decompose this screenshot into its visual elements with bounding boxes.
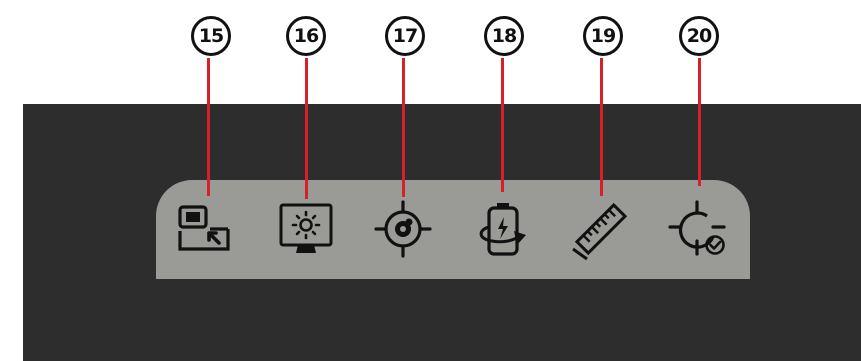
ruler-measure-button[interactable]: [569, 197, 633, 261]
callout-18: 18: [484, 16, 524, 56]
screen-brightness-icon: [279, 203, 333, 253]
leader-line-15: [206, 58, 210, 196]
picture-in-picture-icon: [178, 205, 230, 251]
ruler-measure-icon: [572, 202, 628, 261]
leader-line-18: [500, 58, 504, 192]
leader-line-16: [304, 58, 308, 199]
leader-line-20: [697, 58, 701, 186]
toolbar: [156, 180, 750, 279]
callout-16: 16: [286, 16, 326, 56]
callout-20: 20: [679, 16, 719, 56]
crosshair-confirm-button[interactable]: [667, 197, 731, 261]
target-lock-button[interactable]: [371, 197, 435, 261]
battery-rotate-icon: [479, 203, 526, 256]
crosshair-confirm-icon: [668, 200, 726, 256]
ui-stage: 15 16 17 18 19 20: [0, 0, 861, 361]
screen-brightness-button[interactable]: [274, 197, 338, 261]
target-lock-icon: [374, 200, 432, 258]
callout-15: 15: [191, 16, 231, 56]
callout-19: 19: [583, 16, 623, 56]
callout-17: 17: [385, 16, 425, 56]
picture-in-picture-button[interactable]: [174, 197, 238, 261]
leader-line-17: [401, 58, 405, 197]
battery-rotate-button[interactable]: [470, 197, 534, 261]
leader-line-19: [599, 58, 603, 196]
